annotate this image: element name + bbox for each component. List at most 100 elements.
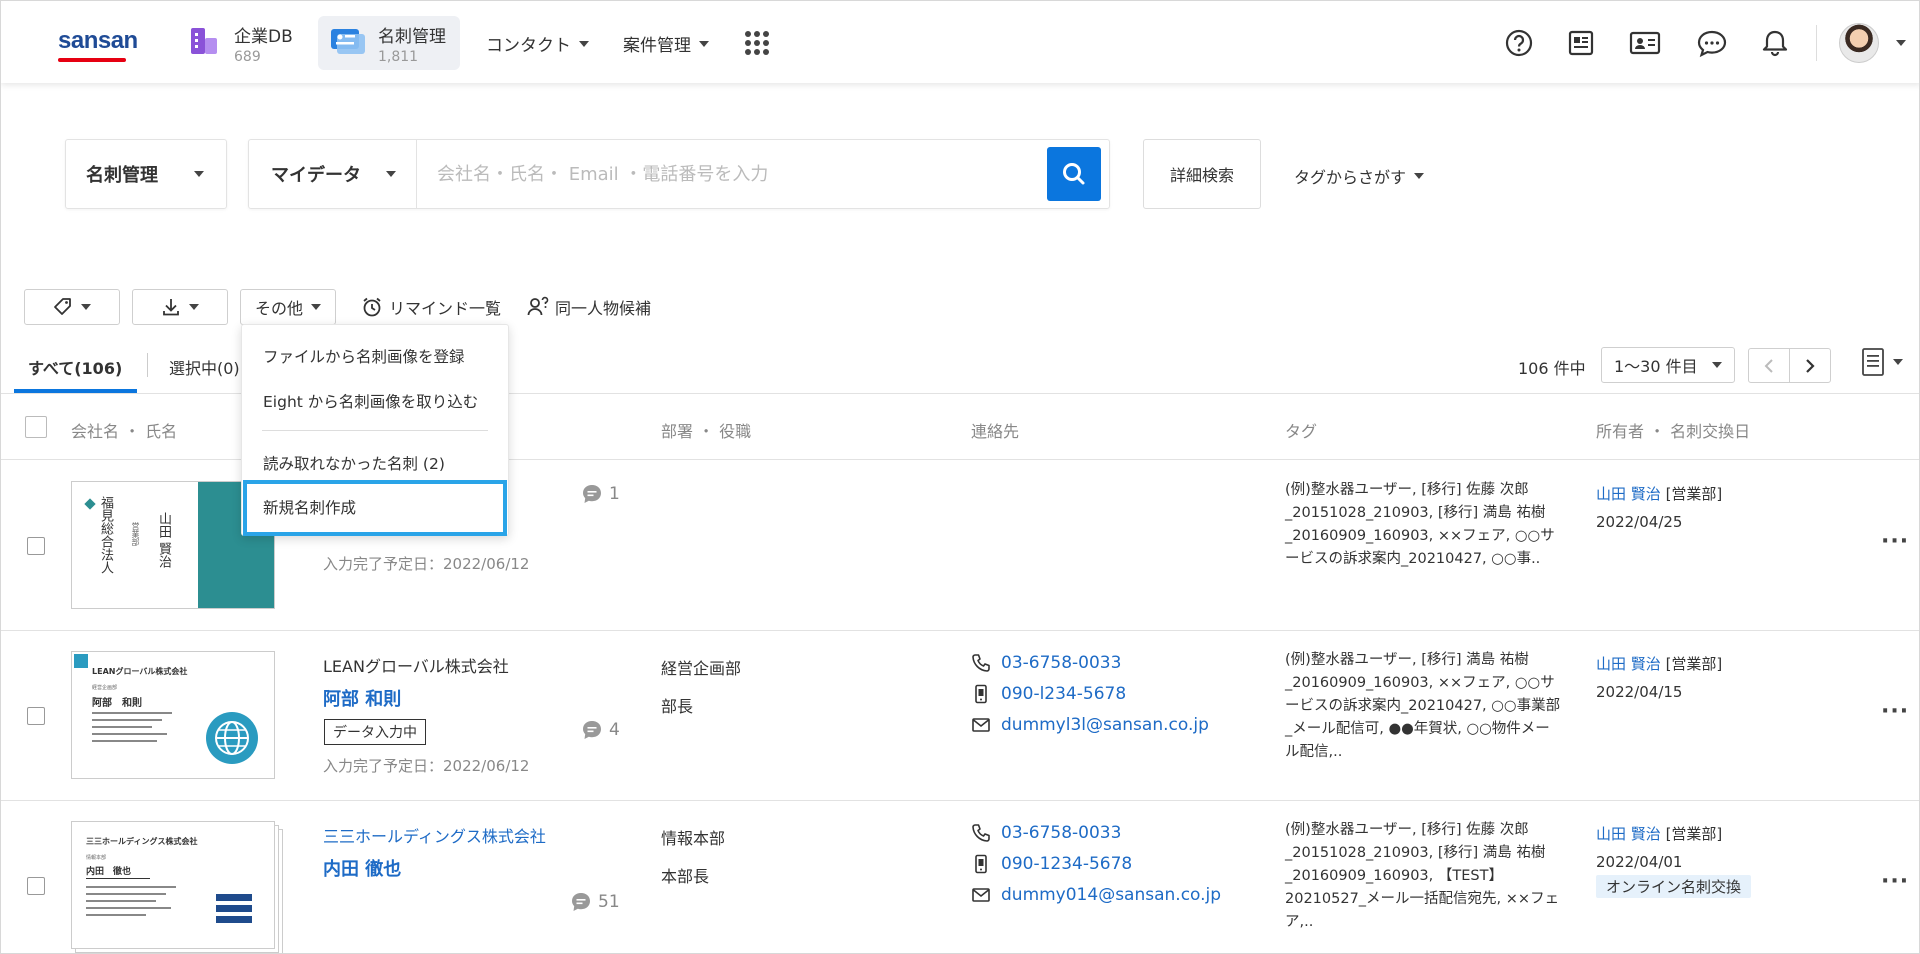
search-scope-select[interactable]: 名刺管理 [65,139,227,209]
search-scope-label: 名刺管理 [86,165,158,186]
owner-link[interactable]: 山田 賢治 [1596,485,1661,503]
menu-item-unreadable-cards[interactable]: 読み取れなかった名刺 (2) [263,452,445,474]
view-mode-toggle[interactable] [1861,347,1903,377]
chevron-right-icon [1806,358,1815,373]
tag-button[interactable] [24,289,120,325]
page-range-select[interactable]: 1〜30 件目 [1601,347,1735,383]
owner: 山田 賢治 [営業部] [1596,653,1722,674]
mobile-contact[interactable]: 090-l234-5678 [971,684,1126,704]
select-all-checkbox[interactable] [25,416,47,438]
nav-company-db[interactable]: 企業DB 689 [176,16,305,70]
col-company-name[interactable]: 会社名 ・ 氏名 [71,418,177,442]
nav-business-cards-label: 名刺管理 [378,26,446,47]
table-row[interactable]: LEANグローバル株式会社 経営企画部 阿部 和則 LEANグローバル株式会社 … [1,631,1919,801]
person-name[interactable]: 内田 徹也 [323,855,401,881]
menu-item-register-from-file[interactable]: ファイルから名刺画像を登録 [263,345,465,367]
advanced-search-button[interactable]: 詳細検索 [1143,139,1261,209]
menu-divider [262,430,488,431]
comment-count[interactable]: 4 [581,719,620,741]
search-icon [1063,163,1085,185]
email-contact[interactable]: dummy014@sansan.co.jp [971,885,1221,905]
news-icon[interactable] [1565,27,1597,59]
nav-deals-menu[interactable]: 案件管理 [623,31,709,56]
chevron-down-icon [579,40,589,47]
result-count: 106 件中 [1518,359,1586,378]
col-dept-title[interactable]: 部署 ・ 役職 [661,418,751,442]
nav-contact-label: コンタクト [486,36,571,56]
col-contact[interactable]: 連絡先 [971,418,1019,442]
owner: 山田 賢治 [営業部] [1596,823,1722,844]
company-name[interactable]: 三三ホールディングス株式会社 [323,823,546,847]
mobile-number: 090-l234-5678 [1001,684,1127,704]
owner-dept: [営業部] [1665,655,1723,673]
data-scope-select[interactable]: マイデータ [249,140,417,208]
chevron-left-icon [1764,358,1773,373]
business-card-image[interactable]: 三三ホールディングス株式会社 情報本部 内田 徹也 [71,821,275,949]
phone-contact[interactable]: 03-6758-0033 [971,653,1121,673]
card-name-text: 内田 徹也 [86,867,132,877]
owner-link[interactable]: 山田 賢治 [1596,825,1661,843]
bell-icon[interactable] [1759,27,1791,59]
tab-selected[interactable]: 選択中(0) [169,355,240,379]
more-actions-icon[interactable]: ··· [1881,869,1909,894]
tag-search-menu[interactable]: タグからさがす [1294,164,1425,188]
profile-card-icon[interactable] [1629,27,1661,59]
next-page-button[interactable] [1789,348,1831,383]
search-input[interactable] [417,140,1049,208]
owner-link[interactable]: 山田 賢治 [1596,655,1661,673]
more-actions-icon[interactable]: ··· [1881,699,1909,724]
tab-divider [147,353,148,377]
sansan-logo[interactable]: sansan [58,27,138,62]
comment-count-text: 1 [609,484,620,504]
row-checkbox[interactable] [27,537,45,555]
tab-all[interactable]: すべて(106) [28,355,122,379]
remind-list-label: リマインド一覧 [389,299,502,318]
help-icon[interactable] [1503,27,1535,59]
mobile-number: 090-1234-5678 [1001,854,1133,874]
company-name: LEANグローバル株式会社 [323,657,509,676]
mobile-contact[interactable]: 090-1234-5678 [971,854,1132,874]
nav-contact-menu[interactable]: コンタクト [486,31,589,56]
exchange-date: 2022/04/25 [1596,513,1683,531]
chat-icon[interactable] [1696,27,1728,59]
tags-text: (例)整水器ユーザー, [移行] 佐藤 次郎_20151028_210903, … [1285,822,1560,930]
comment-count[interactable]: 51 [570,891,620,913]
other-menu-button[interactable]: その他 [240,289,336,325]
exchange-date: 2022/04/15 [1596,683,1683,701]
email-contact[interactable]: dummyl3l@sansan.co.jp [971,715,1209,735]
business-card-image[interactable]: LEANグローバル株式会社 経営企画部 阿部 和則 [71,651,275,779]
user-avatar[interactable] [1839,23,1879,63]
person-name[interactable]: 阿部 和則 [323,685,401,711]
comment-icon [583,485,601,503]
col-owner-date[interactable]: 所有者 ・ 名刺交換日 [1596,418,1750,442]
prev-page-button[interactable] [1748,348,1790,383]
other-dropdown-menu: ファイルから名刺画像を登録 Eight から名刺画像を取り込む 読み取れなかった… [241,324,509,536]
email-address: dummyl3l@sansan.co.jp [1001,715,1209,735]
comment-count[interactable]: 1 [581,483,620,505]
chevron-down-icon [699,40,709,47]
app-launcher-icon[interactable] [745,31,769,55]
more-actions-icon[interactable]: ··· [1881,529,1909,554]
search-button[interactable] [1047,147,1101,201]
table-row[interactable]: 三三ホールディングス株式会社 情報本部 内田 徹也 三三ホールディングス株式会社… [1,801,1919,953]
phone-contact[interactable]: 03-6758-0033 [971,823,1121,843]
mail-icon [972,888,990,902]
nav-company-db-label: 企業DB [234,26,293,47]
chevron-down-icon[interactable] [1896,40,1906,46]
download-button[interactable] [132,289,228,325]
department: 経営企画部 [661,659,742,678]
row-checkbox[interactable] [27,877,45,895]
chevron-down-icon [1893,359,1903,365]
row-checkbox[interactable] [27,707,45,725]
menu-item-import-from-eight[interactable]: Eight から名刺画像を取り込む [263,390,478,412]
chevron-down-icon [1414,173,1425,179]
menu-item-create-new-card[interactable]: 新規名刺作成 [263,496,356,518]
chevron-down-icon [194,171,204,177]
col-tags[interactable]: タグ [1285,418,1317,442]
tag-search-label: タグからさがす [1294,168,1407,187]
same-person-link[interactable]: 同一人物候補 [527,295,651,319]
remind-list-link[interactable]: リマインド一覧 [361,295,501,319]
phone-number: 03-6758-0033 [1001,823,1122,843]
globe-icon [206,712,258,764]
nav-business-cards[interactable]: 名刺管理 1,811 [318,16,460,70]
